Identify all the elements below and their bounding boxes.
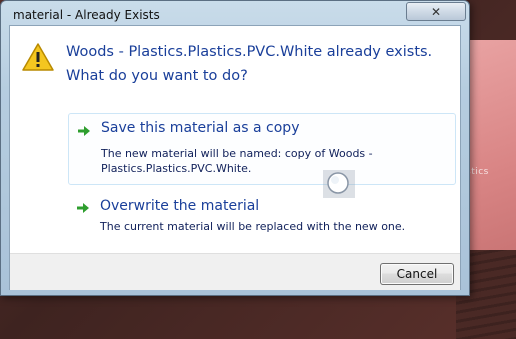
dialog-footer: Cancel — [10, 253, 460, 290]
green-arrow-icon — [78, 126, 90, 136]
busy-cursor-icon — [323, 170, 355, 198]
option-description: The current material will be replaced wi… — [100, 220, 406, 233]
window-title: material - Already Exists — [13, 8, 160, 22]
dialog-window: material - Already Exists ✕ Woods - Plas… — [0, 0, 470, 296]
option-description: The new material will be named: copy of … — [101, 147, 373, 175]
cancel-button[interactable]: Cancel — [380, 263, 454, 285]
option-save-copy[interactable]: Save this material as a copy The new mat… — [68, 113, 456, 185]
close-button[interactable]: ✕ — [406, 2, 466, 21]
message-text: Woods - Plastics.Plastics.PVC.White alre… — [66, 44, 433, 84]
green-arrow-icon — [77, 203, 89, 213]
option-title: Overwrite the material — [100, 198, 260, 214]
close-icon: ✕ — [430, 4, 442, 19]
option-title: Save this material as a copy — [101, 120, 300, 136]
warning-icon — [22, 43, 54, 71]
dialog-content: Woods - Plastics.Plastics.PVC.White alre… — [9, 25, 461, 290]
option-overwrite[interactable]: Overwrite the material The current mater… — [68, 194, 456, 242]
